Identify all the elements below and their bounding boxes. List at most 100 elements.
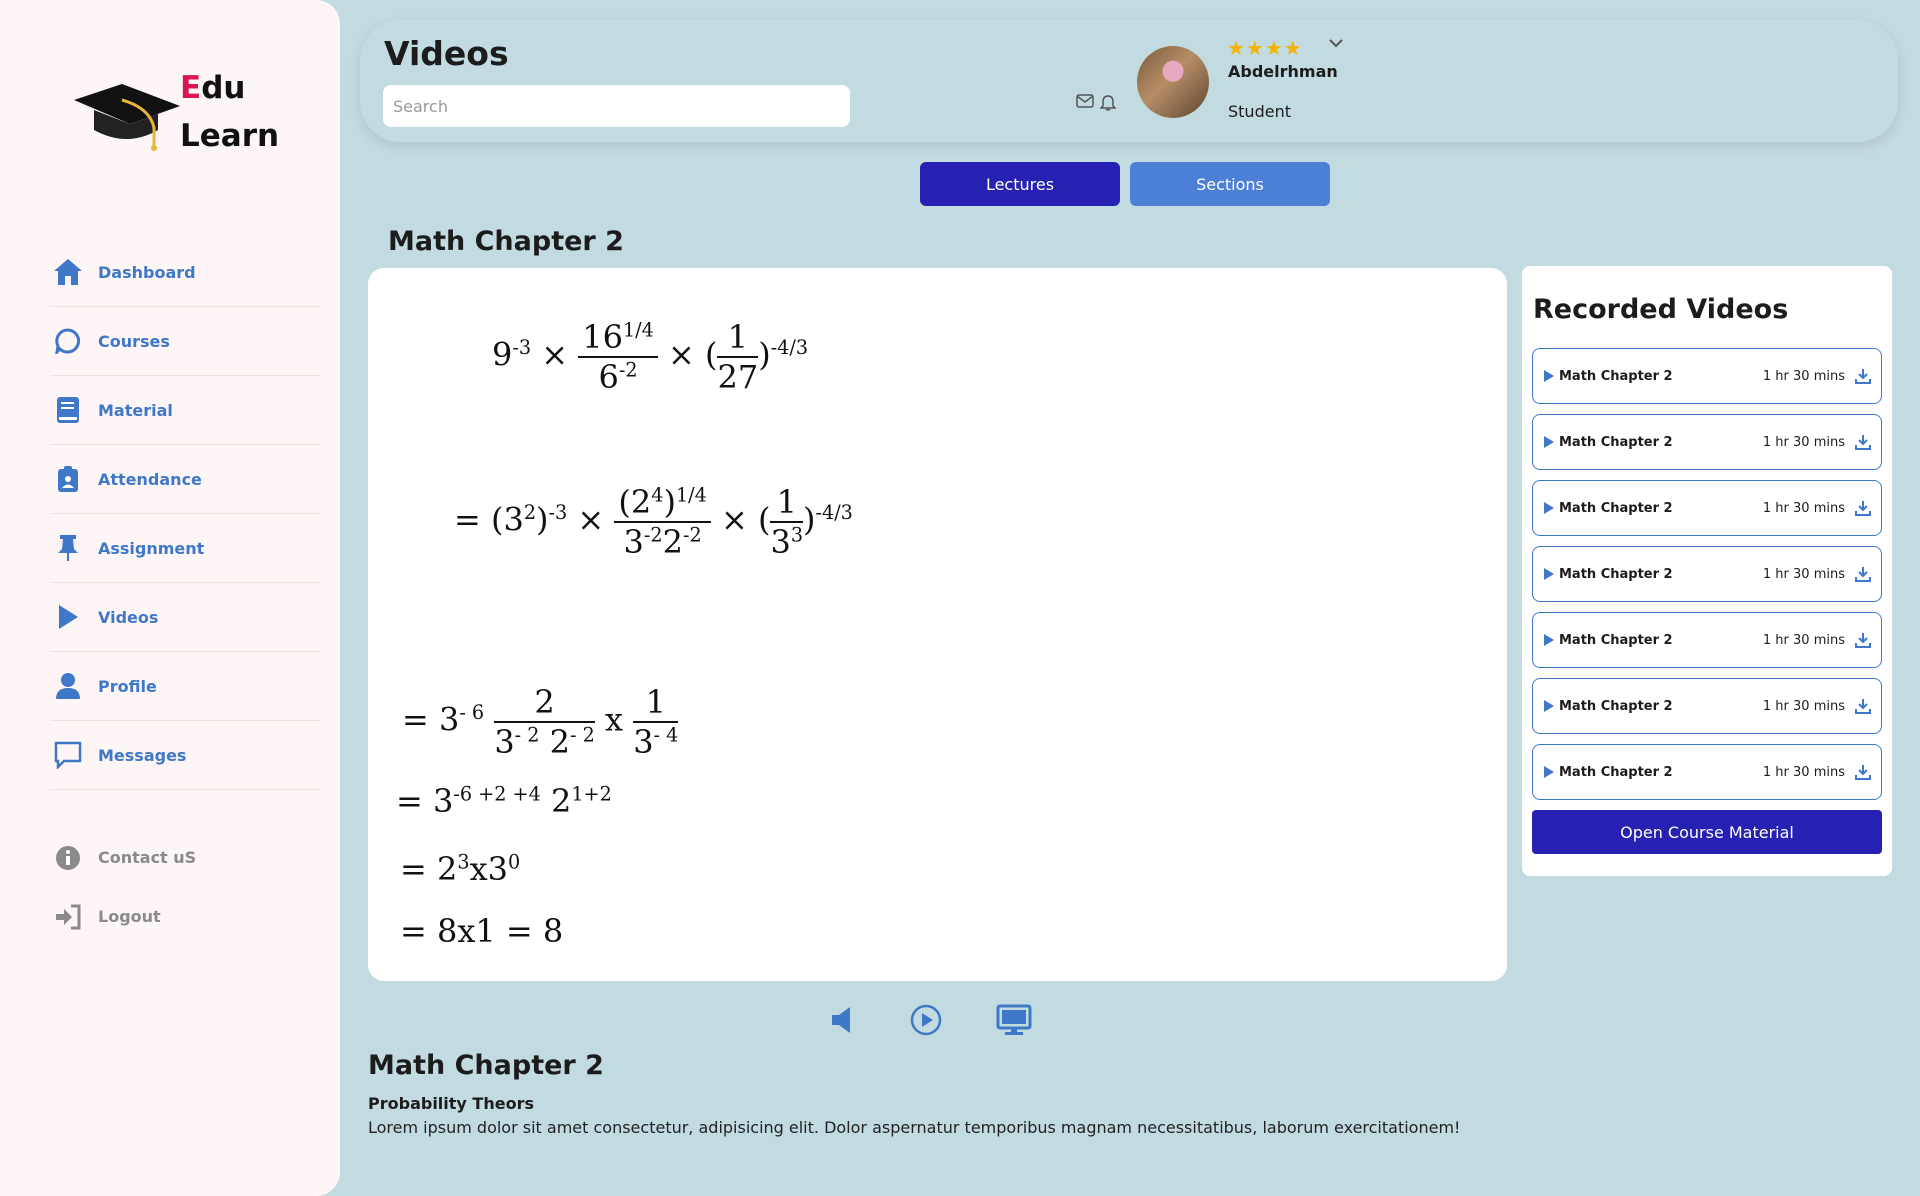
math-line-2: = (32)-3 × (24)1/4 3-22-2 × (1 33)-4/3 — [454, 483, 853, 561]
description-title: Math Chapter 2 — [368, 1050, 604, 1081]
math-line-6: = 8x1 = 8 — [400, 912, 564, 950]
download-icon[interactable] — [1855, 698, 1871, 714]
video-name: Math Chapter 2 — [1559, 566, 1673, 582]
download-icon[interactable] — [1855, 632, 1871, 648]
search-input[interactable] — [383, 85, 850, 127]
download-icon[interactable] — [1855, 434, 1871, 450]
tab-sections[interactable]: Sections — [1130, 162, 1330, 206]
list-item[interactable]: Math Chapter 2 1 hr 30 mins — [1532, 612, 1882, 668]
sidebar-secondary-nav: Contact uS Logout — [50, 828, 320, 946]
sidebar-item-courses[interactable]: Courses — [50, 307, 320, 376]
sidebar-item-label: Videos — [98, 607, 159, 627]
brand-logo[interactable]: Edu Learn — [72, 60, 302, 160]
avatar[interactable] — [1137, 46, 1209, 118]
video-name: Math Chapter 2 — [1559, 368, 1673, 384]
graduation-cap-icon — [74, 84, 180, 151]
math-line-1: 9-3 × 161/4 6-2 × (1 27)-4/3 — [492, 318, 809, 396]
video-title: Math Chapter 2 — [388, 226, 624, 257]
bell-icon[interactable] — [1100, 94, 1116, 111]
open-course-material-button[interactable]: Open Course Material — [1532, 810, 1882, 854]
sidebar-item-attendance[interactable]: Attendance — [50, 445, 320, 514]
list-item[interactable]: Math Chapter 2 1 hr 30 mins — [1532, 678, 1882, 734]
sidebar-item-label: Dashboard — [98, 262, 196, 282]
description-subtitle: Probability Theors — [368, 1094, 534, 1113]
sidebar-item-logout[interactable]: Logout — [50, 887, 320, 946]
sidebar-item-contact[interactable]: Contact uS — [50, 828, 320, 887]
sidebar-nav: Dashboard Courses Material Attendance As… — [50, 238, 320, 790]
sidebar-item-label: Courses — [98, 331, 170, 351]
video-name: Math Chapter 2 — [1559, 764, 1673, 780]
sidebar-item-profile[interactable]: Profile — [50, 652, 320, 721]
clipboard-icon — [50, 461, 86, 497]
page-title: Videos — [384, 34, 509, 73]
mail-icon[interactable] — [1076, 94, 1094, 108]
sidebar-item-label: Assignment — [98, 538, 205, 558]
sidebar-item-messages[interactable]: Messages — [50, 721, 320, 790]
math-line-4: = 3-6 +2 +4 21+2 — [396, 782, 612, 820]
logout-icon — [50, 899, 86, 935]
recorded-videos-list: Math Chapter 2 1 hr 30 mins Math Chapter… — [1532, 348, 1882, 810]
brand-name: Edu Learn — [180, 70, 280, 154]
play-icon — [1544, 502, 1554, 514]
user-icon — [50, 668, 86, 704]
rating-stars: ★★★★ — [1227, 36, 1303, 60]
sidebar-item-label: Messages — [98, 745, 187, 765]
book-icon — [50, 392, 86, 428]
play-icon — [1544, 568, 1554, 580]
video-duration: 1 hr 30 mins — [1762, 368, 1845, 384]
math-frame: 9-3 × 161/4 6-2 × (1 27)-4/3 = (32)-3 × (2… — [368, 268, 968, 981]
play-icon — [1544, 766, 1554, 778]
play-icon — [50, 599, 86, 635]
download-icon[interactable] — [1855, 566, 1871, 582]
sidebar-item-label: Contact uS — [98, 848, 197, 867]
play-icon — [1544, 700, 1554, 712]
video-name: Math Chapter 2 — [1559, 500, 1673, 516]
play-circle-icon[interactable] — [910, 1004, 942, 1036]
pin-icon — [50, 530, 86, 566]
math-line-5: = 23x30 — [400, 850, 521, 888]
user-name: Abdelrhman — [1228, 62, 1338, 81]
tab-lectures[interactable]: Lectures — [920, 162, 1120, 206]
message-icon — [50, 737, 86, 773]
sidebar: Edu Learn Dashboard Courses Material Att… — [0, 0, 340, 1196]
download-icon[interactable] — [1855, 368, 1871, 384]
video-name: Math Chapter 2 — [1559, 698, 1673, 714]
video-duration: 1 hr 30 mins — [1762, 500, 1845, 516]
list-item[interactable]: Math Chapter 2 1 hr 30 mins — [1532, 348, 1882, 404]
recorded-videos-title: Recorded Videos — [1533, 294, 1789, 325]
play-icon — [1544, 634, 1554, 646]
list-item[interactable]: Math Chapter 2 1 hr 30 mins — [1532, 414, 1882, 470]
monitor-icon[interactable] — [996, 1004, 1032, 1036]
chat-bubble-icon — [50, 323, 86, 359]
sidebar-item-assignment[interactable]: Assignment — [50, 514, 320, 583]
video-name: Math Chapter 2 — [1559, 434, 1673, 450]
video-duration: 1 hr 30 mins — [1762, 566, 1845, 582]
video-duration: 1 hr 30 mins — [1762, 632, 1845, 648]
sidebar-item-dashboard[interactable]: Dashboard — [50, 238, 320, 307]
list-item[interactable]: Math Chapter 2 1 hr 30 mins — [1532, 744, 1882, 800]
chevron-down-icon[interactable] — [1328, 38, 1344, 48]
download-icon[interactable] — [1855, 500, 1871, 516]
video-duration: 1 hr 30 mins — [1762, 698, 1845, 714]
sidebar-item-label: Material — [98, 400, 173, 420]
sidebar-item-videos[interactable]: Videos — [50, 583, 320, 652]
sidebar-item-material[interactable]: Material — [50, 376, 320, 445]
list-item[interactable]: Math Chapter 2 1 hr 30 mins — [1532, 546, 1882, 602]
download-icon[interactable] — [1855, 764, 1871, 780]
header-icons — [1076, 94, 1116, 111]
sidebar-item-label: Attendance — [98, 469, 202, 489]
list-item[interactable]: Math Chapter 2 1 hr 30 mins — [1532, 480, 1882, 536]
video-duration: 1 hr 30 mins — [1762, 764, 1845, 780]
description-text: Lorem ipsum dolor sit amet consectetur, … — [368, 1118, 1461, 1137]
user-role: Student — [1228, 102, 1291, 121]
player-controls — [830, 1004, 1032, 1036]
recorded-videos-panel: Recorded Videos Math Chapter 2 1 hr 30 m… — [1522, 266, 1892, 876]
sidebar-item-label: Profile — [98, 676, 157, 696]
top-header: Videos ★★★★ Abdelrhman Student — [360, 20, 1898, 142]
play-icon — [1544, 370, 1554, 382]
video-name: Math Chapter 2 — [1559, 632, 1673, 648]
volume-icon[interactable] — [830, 1005, 856, 1035]
video-player[interactable]: 9-3 × 161/4 6-2 × (1 27)-4/3 = (32)-3 × (2… — [368, 268, 1507, 981]
video-duration: 1 hr 30 mins — [1762, 434, 1845, 450]
home-icon — [50, 254, 86, 290]
